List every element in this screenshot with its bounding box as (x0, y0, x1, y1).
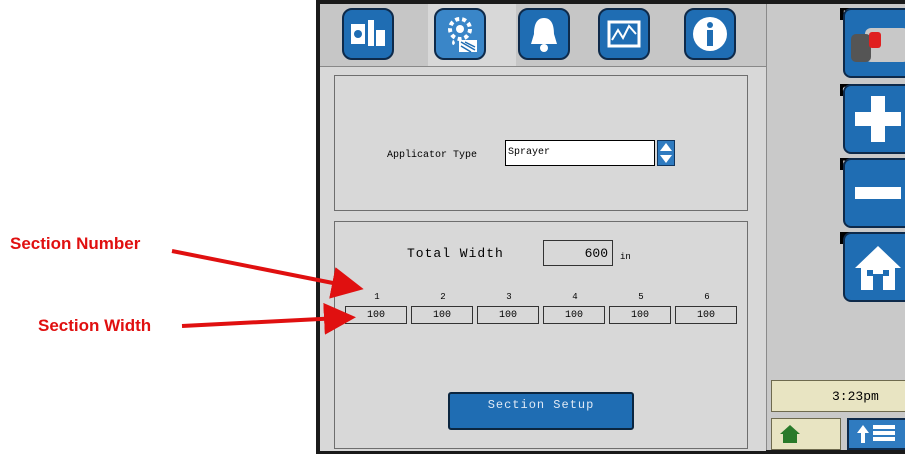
home-small-icon (780, 425, 800, 443)
applicator-panel: Applicator Type Sprayer (334, 75, 748, 211)
menu-shortcut-button[interactable] (847, 418, 905, 450)
callout-section-number: Section Number (10, 234, 141, 253)
total-width-field[interactable]: 600 (543, 240, 613, 266)
section-width-6[interactable]: 100 (675, 306, 737, 324)
tab-bar (320, 4, 766, 64)
section-width-1[interactable]: 100 (345, 306, 407, 324)
tab-info[interactable] (684, 8, 736, 60)
alarm-bell-icon (531, 18, 557, 52)
section-panel: Total Width 600 in 1 2 3 4 5 6 100 100 1… (334, 221, 748, 449)
home-shortcut-button[interactable] (771, 418, 841, 450)
master-switch-button[interactable] (843, 8, 905, 78)
plus-button[interactable] (843, 84, 905, 154)
section-number-6: 6 (704, 292, 710, 302)
section-width-5[interactable]: 100 (609, 306, 671, 324)
home-icon (855, 246, 901, 290)
applicator-settings-icon (448, 17, 477, 53)
minus-icon (855, 187, 901, 199)
home-button[interactable] (843, 232, 905, 302)
up-down-arrows-icon (660, 143, 672, 163)
right-column: F G H I (766, 4, 905, 450)
tab-applicator-settings[interactable] (434, 8, 486, 60)
info-icon (693, 17, 727, 51)
section-number-2: 2 (440, 292, 446, 302)
section-width-2[interactable]: 100 (411, 306, 473, 324)
section-setup-button[interactable]: Section Setup (448, 392, 634, 430)
main-area: Applicator Type Sprayer Total Width 600 … (320, 66, 766, 451)
applicator-type-spinner[interactable] (657, 140, 675, 166)
applicator-type-select[interactable]: Sprayer (505, 140, 655, 166)
plus-icon (855, 96, 901, 142)
total-width-unit: in (620, 252, 631, 262)
section-width-4[interactable]: 100 (543, 306, 605, 324)
tab-diagnostics[interactable] (598, 8, 650, 60)
section-width-3[interactable]: 100 (477, 306, 539, 324)
up-arrow-menu-icon (857, 425, 895, 443)
total-width-label: Total Width (407, 246, 504, 261)
section-number-3: 3 (506, 292, 512, 302)
section-number-4: 4 (572, 292, 578, 302)
display-screen: Applicator Type Sprayer Total Width 600 … (320, 4, 905, 451)
callout-section-width: Section Width (38, 316, 152, 335)
master-switch-icon (851, 28, 905, 62)
tab-implement-setup[interactable] (342, 8, 394, 60)
section-number-1: 1 (374, 292, 380, 302)
section-number-5: 5 (638, 292, 644, 302)
tab-alarms[interactable] (518, 8, 570, 60)
diagnostics-graph-icon (607, 20, 641, 48)
implement-setup-icon (351, 20, 385, 46)
minus-button[interactable] (843, 158, 905, 228)
display-frame: Applicator Type Sprayer Total Width 600 … (316, 0, 905, 454)
applicator-type-label: Applicator Type (387, 150, 478, 161)
clock-display: 3:23pm (771, 380, 905, 412)
